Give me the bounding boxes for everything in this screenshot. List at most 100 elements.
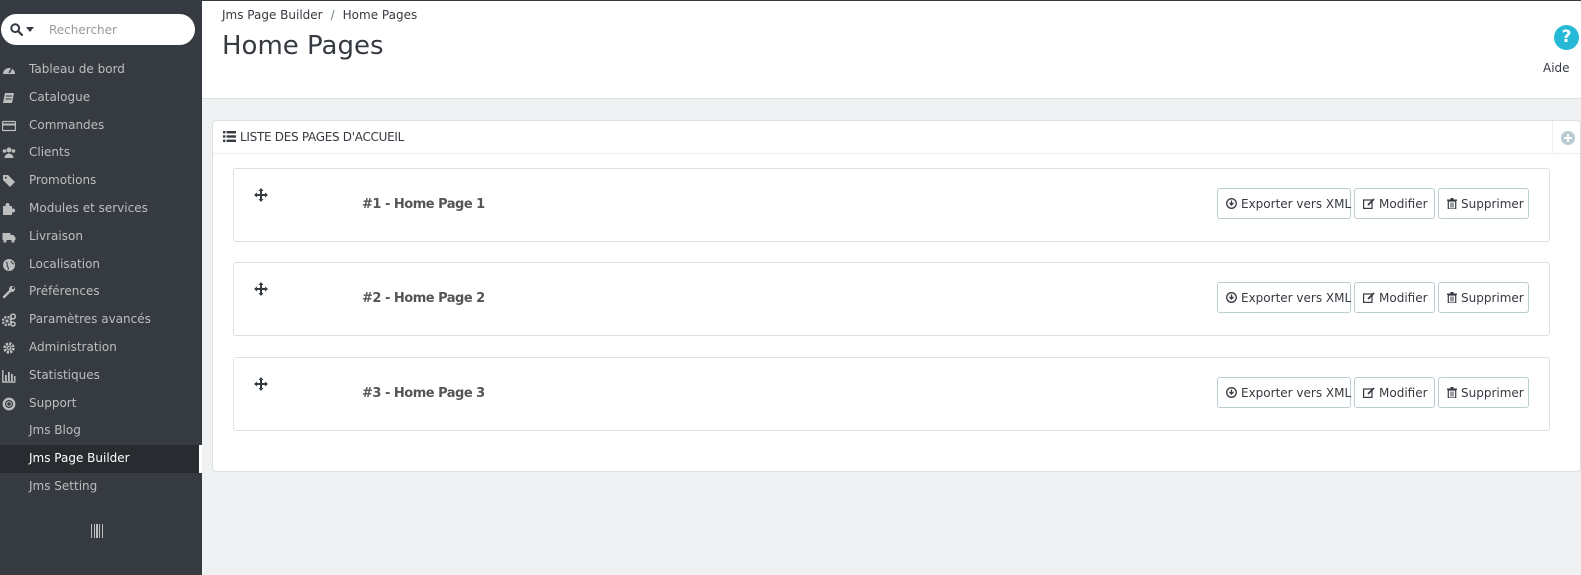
sidebar-item-label: Clients [29, 145, 70, 160]
trash-icon [1447, 198, 1457, 209]
cogs-icon [2, 313, 16, 327]
delete-label: Supprimer [1461, 196, 1524, 211]
sidebar-item-label: Jms Setting [29, 478, 98, 493]
edit-label: Modifier [1379, 196, 1428, 211]
sidebar-item-label: Jms Blog [29, 423, 81, 438]
search-icon [10, 23, 23, 36]
add-home-page-button[interactable] [1552, 121, 1580, 154]
sidebar-item-label: Administration [29, 339, 117, 354]
sidebar-item-preferences[interactable]: Préférences [0, 278, 202, 306]
panel-heading: LISTE DES PAGES D'ACCUEIL [213, 121, 1580, 154]
home-page-row: #3 - Home Page 3 Exporter vers XML Modif… [233, 357, 1550, 431]
search-input[interactable] [49, 22, 189, 37]
sidebar-item-promotions[interactable]: Promotions [0, 167, 202, 195]
edit-icon [1363, 292, 1375, 303]
sidebar-item-shipping[interactable]: Livraison [0, 223, 202, 251]
sidebar-item-localization[interactable]: Localisation [0, 251, 202, 279]
sidebar-item-orders[interactable]: Commandes [0, 112, 202, 140]
dashboard-icon [3, 67, 15, 74]
export-xml-label: Exporter vers XML [1241, 385, 1352, 400]
book-icon [3, 92, 14, 103]
list-icon [223, 131, 236, 142]
wrench-icon [2, 286, 15, 299]
move-icon[interactable] [254, 377, 268, 391]
sidebar-item-administration[interactable]: Administration [0, 334, 202, 362]
delete-button[interactable]: Supprimer [1438, 188, 1529, 219]
sidebar-item-statistics[interactable]: Statistiques [0, 362, 202, 390]
truck-icon [2, 232, 16, 243]
edit-label: Modifier [1379, 385, 1428, 400]
download-circle-icon [1226, 198, 1237, 209]
help-button[interactable]: ? Aide [1537, 25, 1581, 79]
sidebar-collapse-icon[interactable] [91, 524, 104, 538]
delete-button[interactable]: Supprimer [1438, 282, 1529, 313]
export-xml-button[interactable]: Exporter vers XML [1217, 377, 1351, 408]
delete-label: Supprimer [1461, 385, 1524, 400]
export-xml-label: Exporter vers XML [1241, 196, 1352, 211]
edit-icon [1363, 198, 1375, 209]
search-dropdown-button[interactable] [1, 14, 43, 45]
sidebar-item-label: Paramètres avancés [29, 312, 151, 327]
download-circle-icon [1226, 292, 1237, 303]
home-page-title: #1 - Home Page 1 [362, 197, 485, 212]
edit-button[interactable]: Modifier [1354, 282, 1435, 313]
help-icon: ? [1554, 25, 1579, 50]
move-icon[interactable] [254, 282, 268, 296]
sidebar-item-support[interactable]: Support [0, 390, 202, 418]
credit-card-icon [2, 120, 16, 131]
sidebar-item-dashboard[interactable]: Tableau de bord [0, 56, 202, 84]
sidebar-item-label: Jms Page Builder [29, 451, 130, 466]
download-circle-icon [1226, 387, 1237, 398]
sidebar: Tableau de bord Catalogue Commandes Clie… [0, 0, 202, 575]
globe-icon [3, 258, 15, 271]
caret-down-icon [26, 27, 34, 32]
sidebar-item-jms-page-builder[interactable]: Jms Page Builder [0, 445, 202, 473]
plus-circle-icon [1561, 131, 1575, 145]
page-header: Jms Page Builder / Home Pages Home Pages ?… [202, 0, 1581, 99]
edit-button[interactable]: Modifier [1354, 377, 1435, 408]
breadcrumb-current: Home Pages [342, 8, 418, 22]
move-icon[interactable] [254, 188, 268, 202]
help-label: Aide [1543, 61, 1570, 75]
export-xml-button[interactable]: Exporter vers XML [1217, 282, 1351, 313]
sidebar-item-modules[interactable]: Modules et services [0, 195, 202, 223]
sidebar-item-label: Commandes [29, 117, 105, 132]
delete-button[interactable]: Supprimer [1438, 377, 1529, 408]
panel-title: LISTE DES PAGES D'ACCUEIL [240, 130, 404, 144]
edit-label: Modifier [1379, 290, 1428, 305]
sidebar-item-label: Modules et services [29, 200, 148, 215]
sidebar-item-jms-blog[interactable]: Jms Blog [0, 417, 202, 445]
sidebar-item-label: Promotions [29, 173, 97, 188]
home-page-title: #2 - Home Page 2 [362, 291, 485, 306]
lifebuoy-icon [2, 397, 16, 410]
sidebar-item-label: Statistiques [29, 367, 100, 382]
home-page-row: #1 - Home Page 1 Exporter vers XML Modif… [233, 168, 1550, 242]
sidebar-item-label: Préférences [29, 284, 100, 299]
sidebar-item-label: Localisation [29, 256, 101, 271]
sidebar-item-label: Support [29, 395, 77, 410]
home-page-title: #3 - Home Page 3 [362, 386, 485, 401]
sidebar-item-label: Livraison [29, 228, 83, 243]
trash-icon [1447, 387, 1457, 398]
sidebar-item-label: Catalogue [29, 89, 91, 104]
breadcrumb-parent-link[interactable]: Jms Page Builder [222, 8, 323, 22]
sidebar-item-catalog[interactable]: Catalogue [0, 84, 202, 112]
sidebar-item-advanced-parameters[interactable]: Paramètres avancés [0, 306, 202, 334]
breadcrumb: Jms Page Builder / Home Pages [222, 8, 417, 22]
home-page-row: #2 - Home Page 2 Exporter vers XML Modif… [233, 262, 1550, 336]
sidebar-item-label: Tableau de bord [29, 62, 125, 76]
trash-icon [1447, 292, 1457, 303]
home-pages-panel: LISTE DES PAGES D'ACCUEIL #1 - Home Page… [212, 120, 1581, 472]
page-title: Home Pages [222, 31, 384, 61]
export-xml-label: Exporter vers XML [1241, 290, 1352, 305]
export-xml-button[interactable]: Exporter vers XML [1217, 188, 1351, 219]
tags-icon [3, 175, 15, 188]
sidebar-item-jms-setting[interactable]: Jms Setting [0, 473, 202, 501]
sidebar-item-customers[interactable]: Clients [0, 139, 202, 167]
edit-icon [1363, 387, 1375, 398]
gear-icon [3, 342, 15, 354]
edit-button[interactable]: Modifier [1354, 188, 1435, 219]
search-box [1, 14, 195, 45]
sidebar-nav: Tableau de bord Catalogue Commandes Clie… [0, 56, 202, 501]
breadcrumb-separator: / [330, 8, 335, 22]
